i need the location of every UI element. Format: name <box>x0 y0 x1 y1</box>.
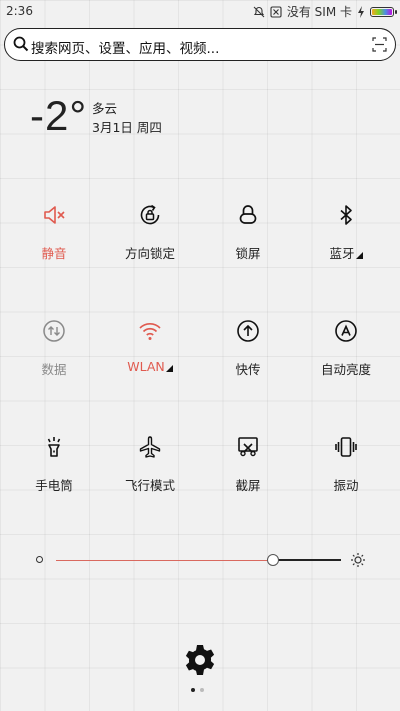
brightness-track-remaining[interactable] <box>272 559 341 561</box>
toggle-label: 飞行模式 <box>124 478 175 493</box>
status-time: 2:36 <box>6 4 33 18</box>
mobile-data-icon <box>43 320 65 342</box>
toggle-label: 方向锁定 <box>124 246 175 261</box>
submenu-indicator-icon[interactable] <box>355 252 363 259</box>
toggle-vibrate[interactable]: 振动 <box>296 434 396 494</box>
carrier-text: 没有 SIM 卡 <box>286 5 352 19</box>
toggle-label: 蓝牙 <box>296 243 396 262</box>
mute-icon <box>253 6 265 17</box>
brightness-high-icon <box>351 553 365 567</box>
quick-transfer-icon <box>237 320 259 342</box>
weather-date: 3月1日 周四 <box>92 120 162 135</box>
toggle-mobile-data[interactable]: 数据 <box>4 318 104 378</box>
vibrate-icon <box>335 437 357 457</box>
toggle-screenshot[interactable]: 截屏 <box>198 434 298 494</box>
auto-brightness-icon <box>335 320 357 342</box>
brightness-low-icon <box>36 556 43 563</box>
rotation-lock-icon <box>140 204 160 225</box>
brightness-slider[interactable] <box>36 548 366 572</box>
status-icons: 没有 SIM 卡 <box>253 3 397 20</box>
notification-off-icon <box>270 5 282 18</box>
toggle-label: 自动亮度 <box>320 362 371 377</box>
page-indicator <box>191 688 204 692</box>
toggle-wlan[interactable]: WLAN <box>100 318 200 374</box>
toggle-label: 锁屏 <box>235 246 261 261</box>
toggle-label: 截屏 <box>235 478 261 493</box>
search-icon <box>13 36 29 52</box>
toggle-bluetooth[interactable]: 蓝牙 <box>296 202 396 262</box>
toggle-quick-transfer[interactable]: 快传 <box>198 318 298 378</box>
toggle-auto-brightness[interactable]: 自动亮度 <box>296 318 396 378</box>
status-bar: 2:36 没有 SIM 卡 <box>0 0 400 22</box>
settings-gear-icon[interactable] <box>182 642 218 678</box>
page-dot <box>200 688 204 692</box>
toggle-label: 静音 <box>41 246 67 261</box>
toggle-label: 数据 <box>41 362 67 377</box>
lock-icon <box>239 205 257 224</box>
bluetooth-icon <box>340 205 352 225</box>
wifi-icon <box>139 322 161 340</box>
flashlight-icon <box>47 437 61 457</box>
scan-icon[interactable] <box>372 37 387 52</box>
speaker-mute-icon <box>44 206 65 224</box>
toggle-label: 快传 <box>235 362 261 377</box>
brightness-thumb[interactable] <box>266 554 279 566</box>
toggle-flashlight[interactable]: 手电筒 <box>4 434 104 494</box>
search-input[interactable]: 搜索网页、设置、应用、视频... <box>31 37 219 57</box>
temperature: -2° <box>30 92 88 139</box>
submenu-indicator-icon[interactable] <box>165 365 173 372</box>
charging-icon <box>358 5 364 18</box>
toggle-label: WLAN <box>100 359 200 374</box>
battery-icon <box>370 6 397 17</box>
brightness-track-filled[interactable] <box>56 560 273 561</box>
airplane-icon <box>139 436 161 458</box>
toggle-label: 手电筒 <box>35 478 73 493</box>
toggle-rotation-lock[interactable]: 方向锁定 <box>100 202 200 262</box>
weather-condition: 多云 <box>92 101 118 116</box>
toggle-silent[interactable]: 静音 <box>4 202 104 262</box>
toggle-label: 振动 <box>333 478 359 493</box>
search-bar[interactable]: 搜索网页、设置、应用、视频... <box>4 28 396 61</box>
page-dot-active <box>191 688 195 692</box>
toggle-lock-screen[interactable]: 锁屏 <box>198 202 298 262</box>
toggle-airplane-mode[interactable]: 飞行模式 <box>100 434 200 494</box>
screenshot-icon <box>238 437 258 457</box>
